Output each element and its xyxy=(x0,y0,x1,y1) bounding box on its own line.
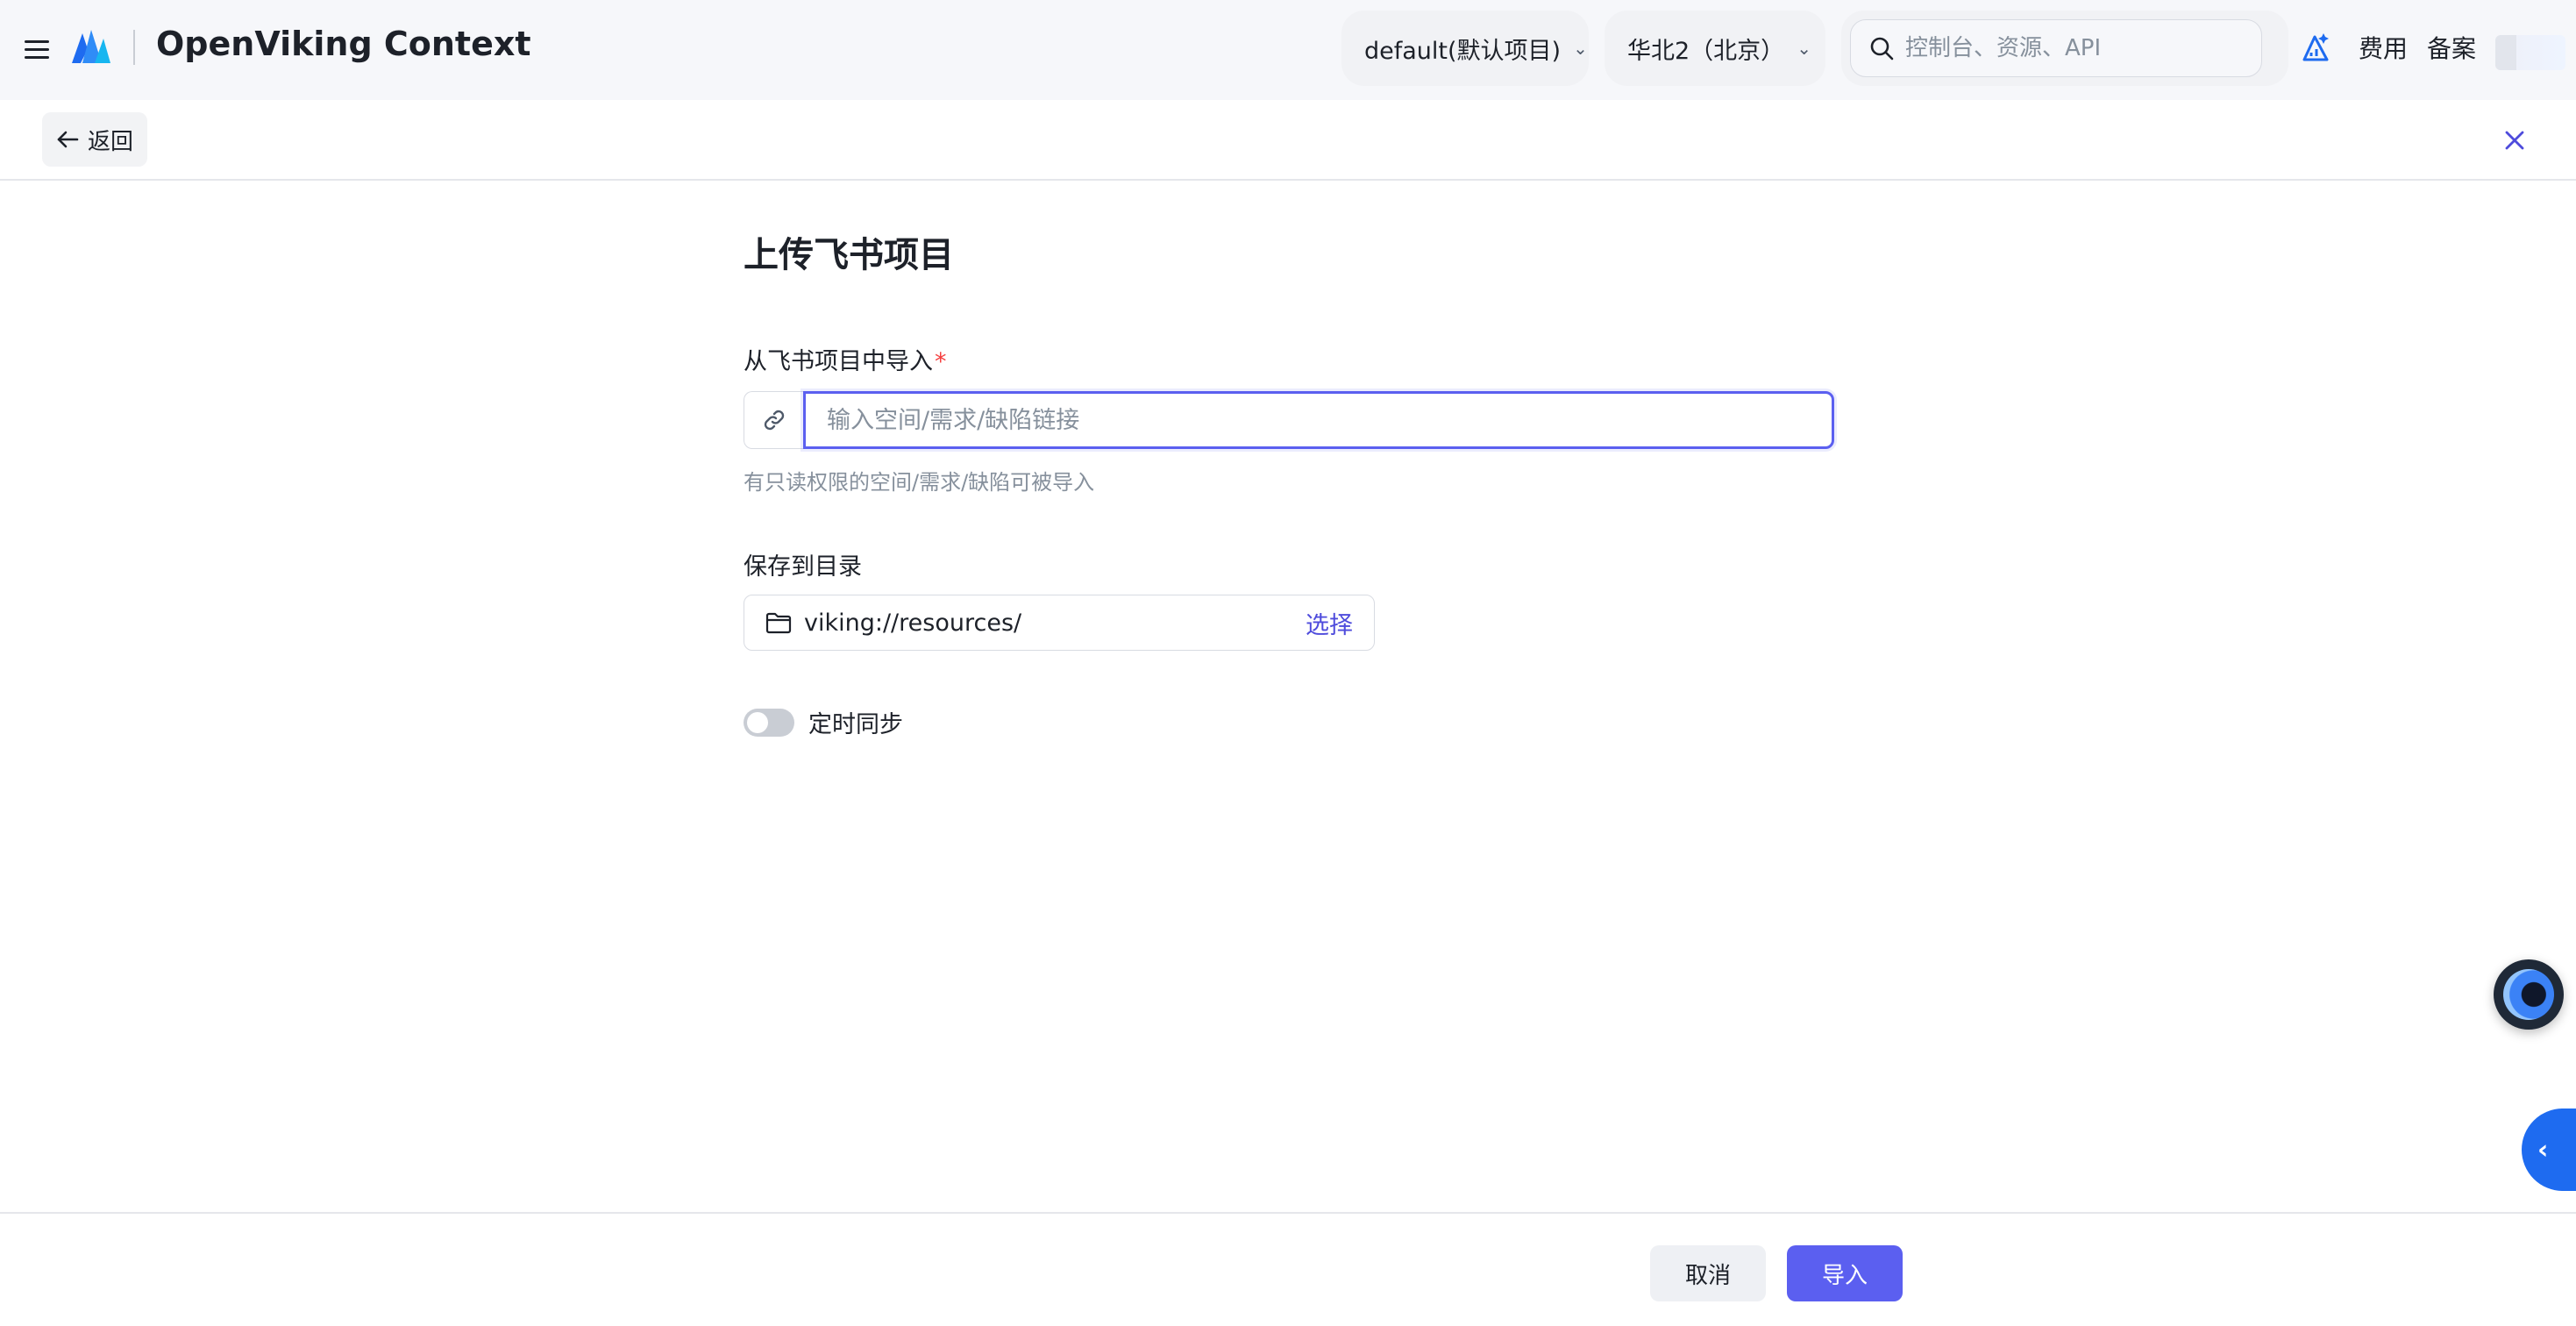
import-label-text: 从飞书项目中导入 xyxy=(744,348,933,375)
cancel-button[interactable]: 取消 xyxy=(1650,1245,1766,1301)
scheduled-sync-row: 定时同步 xyxy=(744,705,903,739)
link-icon xyxy=(764,410,784,431)
project-selector-label: default(默认项目) xyxy=(1364,37,1562,65)
arrow-left-icon xyxy=(57,131,79,148)
app-title: OpenViking Context xyxy=(156,25,531,63)
fee-link[interactable]: 费用 xyxy=(2359,30,2408,65)
back-button[interactable]: 返回 xyxy=(42,112,147,167)
back-button-label: 返回 xyxy=(87,128,133,155)
side-panel-expand-tab[interactable]: ‹ xyxy=(2522,1109,2576,1191)
select-directory-button[interactable]: 选择 xyxy=(1306,606,1353,640)
beian-link[interactable]: 备案 xyxy=(2427,30,2476,65)
region-selector-label: 华北2（北京） xyxy=(1627,37,1785,65)
project-selector[interactable]: default(默认项目) ⌄ xyxy=(1341,11,1589,86)
chevron-down-icon: ⌄ xyxy=(1573,38,1588,59)
ai-assistant-icon[interactable] xyxy=(2299,30,2334,65)
form-footer: 取消 导入 xyxy=(0,1212,2576,1326)
page-subheader: 返回 xyxy=(0,100,2576,181)
top-navigation-bar: OpenViking Context default(默认项目) ⌄ 华北2（北… xyxy=(0,0,2576,100)
save-directory-path: viking://resources/ xyxy=(804,609,1022,637)
required-mark: * xyxy=(935,348,947,375)
brand-divider xyxy=(133,30,135,65)
folder-icon xyxy=(765,612,792,634)
link-addon xyxy=(744,391,803,449)
search-icon xyxy=(1870,37,1894,61)
close-icon[interactable] xyxy=(2499,125,2530,156)
feishu-link-input-group xyxy=(744,391,1834,449)
scheduled-sync-label: 定时同步 xyxy=(808,711,903,738)
feishu-link-input[interactable] xyxy=(803,391,1834,449)
user-avatar[interactable] xyxy=(2495,35,2565,70)
global-search-input[interactable] xyxy=(1905,35,2238,61)
save-directory-label: 保存到目录 xyxy=(744,553,862,581)
global-search-box[interactable] xyxy=(1850,19,2262,77)
hamburger-menu-icon[interactable] xyxy=(25,35,53,63)
global-search-container xyxy=(1841,11,2288,86)
import-button[interactable]: 导入 xyxy=(1787,1245,1903,1301)
import-hint: 有只读权限的空间/需求/缺陷可被导入 xyxy=(744,470,1095,495)
save-directory-field[interactable]: viking://resources/ 选择 xyxy=(744,595,1375,651)
region-selector[interactable]: 华北2（北京） ⌄ xyxy=(1605,11,1825,86)
assistant-orb-icon xyxy=(2503,969,2554,1020)
chevron-down-icon: ⌄ xyxy=(1797,38,1811,59)
scheduled-sync-toggle[interactable] xyxy=(744,708,794,737)
floating-assistant-button[interactable] xyxy=(2494,959,2564,1030)
import-field-label: 从飞书项目中导入* xyxy=(744,342,947,376)
chevron-left-icon: ‹ xyxy=(2537,1134,2549,1166)
toggle-knob xyxy=(747,711,768,733)
openviking-logo-icon xyxy=(72,30,110,63)
page-title: 上传飞书项目 xyxy=(744,235,954,275)
